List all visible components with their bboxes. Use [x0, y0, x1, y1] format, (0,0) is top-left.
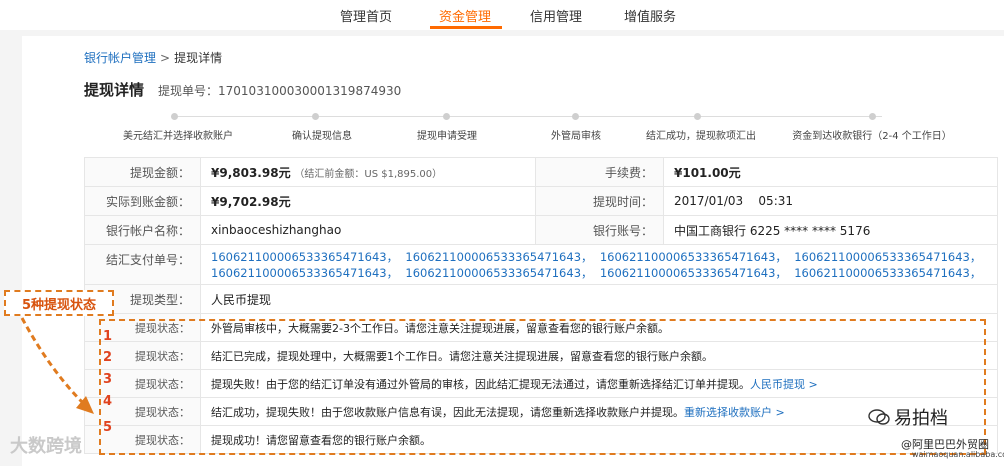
order-number-value: 170103100030001319874930	[218, 84, 402, 98]
order-number: 提现单号：170103100030001319874930	[158, 82, 401, 99]
progress-dot	[572, 113, 579, 120]
breadcrumb-current: 提现详情	[174, 51, 223, 65]
amount-note: （结汇前金额：US $1,895.00）	[294, 168, 443, 180]
table-row: 提现金额： ¥9,803.98元 （结汇前金额：US $1,895.00） 手续…	[84, 157, 998, 187]
tab-value-added-services[interactable]: 增值服务	[624, 6, 676, 25]
time-label: 提现时间：	[535, 186, 664, 216]
progress-dot	[443, 113, 450, 120]
amount-cell: ¥9,803.98元 （结汇前金额：US $1,895.00）	[200, 157, 536, 187]
table-row: 结汇支付单号： 160621100006533365471643， 160621…	[84, 244, 998, 285]
breadcrumb-separator: >	[160, 51, 171, 65]
step-label: 资金到达收款银行（2-4 个工作日）	[792, 131, 952, 142]
order-number-label: 提现单号：	[158, 84, 219, 98]
progress-dot	[171, 113, 178, 120]
progress-dot	[312, 113, 319, 120]
annotation-highlight-box	[99, 319, 986, 455]
account-name-value: xinbaoceshizhanghao	[200, 215, 536, 245]
step-label: 确认提现信息	[292, 131, 352, 142]
tab-funds-management[interactable]: 资金管理	[439, 6, 491, 25]
table-row: 银行帐户名称： xinbaoceshizhanghao 银行账号： 中国工商银行…	[84, 215, 998, 245]
account-number-value: 中国工商银行 6225 **** **** 5176	[663, 215, 998, 245]
watermark-left: 大数跨境	[10, 436, 82, 457]
table-row: 提现类型： 人民币提现	[84, 284, 998, 314]
account-number-label: 银行账号：	[535, 215, 664, 245]
wechat-icon	[868, 409, 890, 425]
active-tab-underline	[430, 26, 502, 29]
fee-label: 手续费：	[535, 157, 664, 187]
payment-numbers-line[interactable]: 160621100006533365471643， 16062110000653…	[211, 265, 987, 281]
progress-dot	[694, 113, 701, 120]
step-label: 外管局审核	[551, 131, 601, 142]
progress-line	[174, 116, 882, 117]
table-row: 实际到账金额： ¥9,702.98元 提现时间： 2017/01/03 05:3…	[84, 186, 998, 216]
step-label: 美元结汇并选择收款账户	[123, 131, 233, 142]
amount-value: ¥9,803.98元	[211, 165, 291, 180]
time-value: 2017/01/03 05:31	[663, 186, 998, 216]
withdrawal-type-value: 人民币提现	[200, 284, 998, 314]
status-number: 5	[103, 420, 113, 435]
payment-numbers: 160621100006533365471643， 16062110000653…	[200, 244, 998, 285]
annotation-arrow-icon	[20, 317, 94, 414]
watermark-url: waimaoquan.alibaba.com	[912, 450, 1004, 459]
tab-management-home[interactable]: 管理首页	[340, 6, 392, 25]
step-label: 提现申请受理	[417, 131, 477, 142]
progress-dot	[869, 113, 876, 120]
tab-credit-management[interactable]: 信用管理	[530, 6, 582, 25]
actual-amount-value: ¥9,702.98元	[200, 186, 536, 216]
step-label: 结汇成功，提现款项汇出	[646, 131, 756, 142]
top-nav: 管理首页 资金管理 信用管理 增值服务	[0, 0, 1004, 30]
watermark-brand: 易拍档	[894, 408, 948, 429]
fee-value: ¥101.00元	[663, 157, 998, 187]
payment-numbers-line[interactable]: 160621100006533365471643， 16062110000653…	[211, 249, 987, 265]
